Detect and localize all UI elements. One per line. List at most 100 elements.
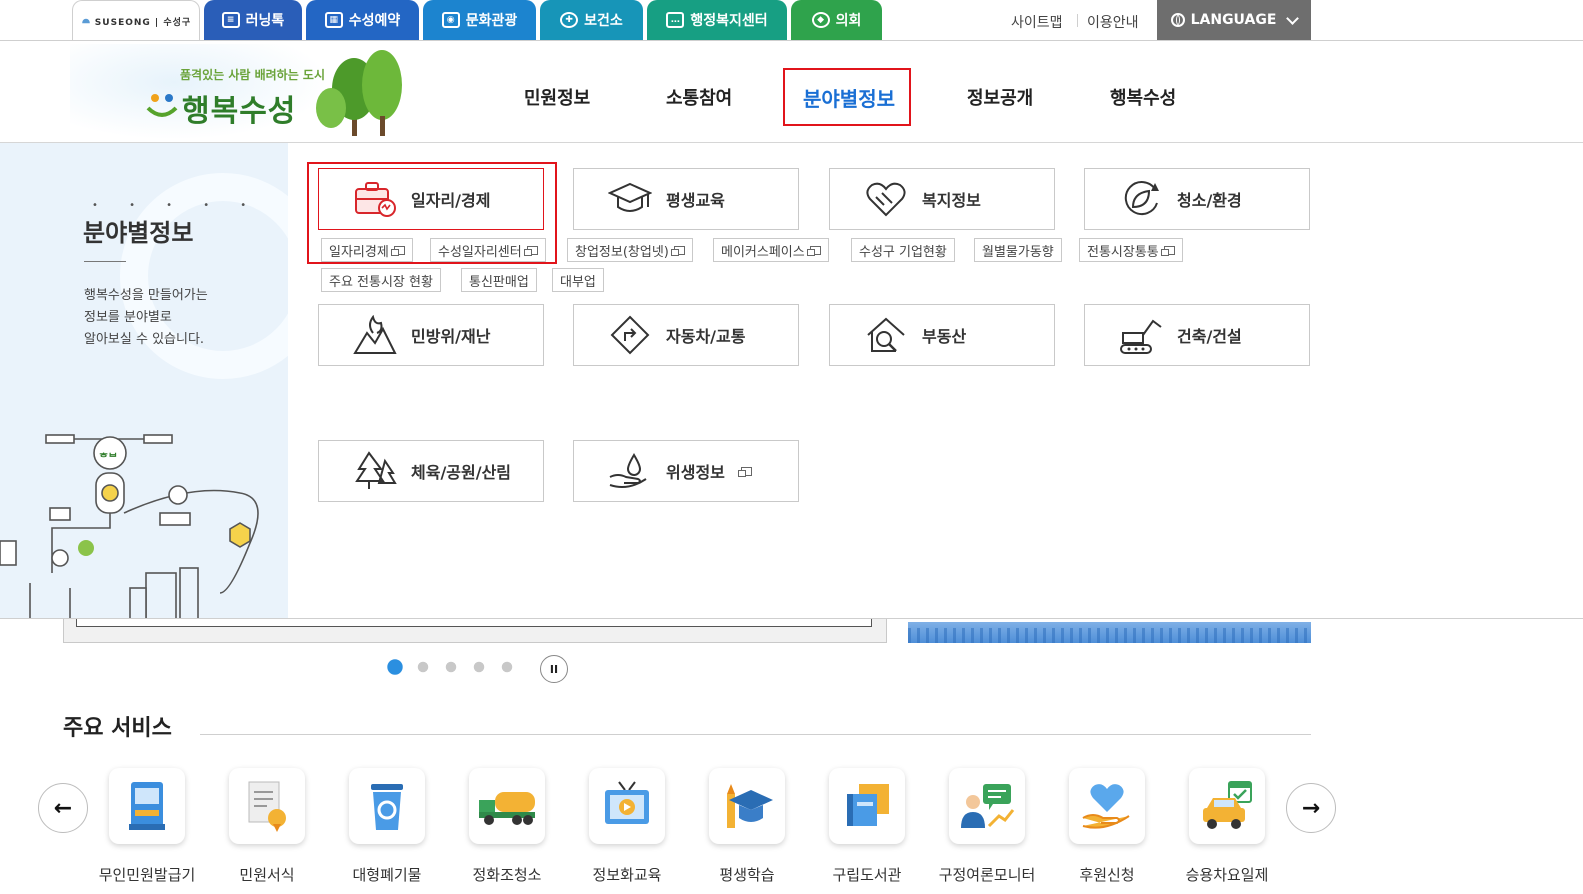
sublink-suseong-job-center[interactable]: 수성일자리센터 (430, 238, 546, 262)
sublink-label: 전통시장통통 (1087, 244, 1159, 260)
service-public-library[interactable]: 구립도서관 (807, 768, 927, 885)
service-label: 평생학습 (719, 866, 775, 884)
tab-label: 행정복지센터 (690, 13, 768, 29)
new-window-icon (390, 245, 405, 256)
logo-mark-icon (82, 18, 90, 24)
suseong-logo-tab[interactable]: SUSEONG | 수성구 (72, 0, 200, 41)
logo-text: SUSEONG | 수성구 (94, 17, 192, 28)
sublink-jobs-economy[interactable]: 일자리경제 (321, 238, 413, 262)
tab-reservation[interactable]: ▦ 수성예약 (306, 0, 419, 40)
service-kiosk[interactable]: 무인민원발급기 (87, 768, 207, 885)
clipboard-icon: ≡ (221, 12, 240, 28)
description-line: 행복수성을 만들어가는 (84, 288, 208, 303)
tab-learningtalk[interactable]: ≡ 러닝톡 (204, 0, 302, 40)
svg-text:ᄒᄇ: ᄒᄇ (99, 452, 117, 464)
category-sports-parks-forest[interactable]: 체육/공원/산림 (318, 440, 544, 502)
guide-link[interactable]: 이용안내 (1087, 12, 1139, 32)
service-icon-box (1189, 768, 1265, 844)
description-line: 정보를 분야별로 (84, 310, 172, 325)
smart-city-illustration: ᄒᄇ (0, 434, 259, 619)
service-label: 대형폐기물 (352, 866, 422, 884)
sublink-traditional-market[interactable]: 전통시장통통 (1079, 238, 1183, 262)
books-icon (847, 784, 889, 826)
sublink-makerspace[interactable]: 메이커스페이스 (713, 238, 829, 262)
slider-dot[interactable] (473, 661, 485, 673)
category-welfare[interactable]: 복지정보 (829, 168, 1055, 230)
sublink-market-status[interactable]: 주요 전통시장 현황 (321, 268, 441, 292)
tab-health-center[interactable]: ✚ 보건소 (540, 0, 643, 40)
service-label: 정화조청소 (472, 866, 542, 884)
service-bulky-waste[interactable]: 대형폐기물 (327, 768, 447, 885)
service-label: 승용차요일제 (1185, 866, 1269, 884)
divider (0, 40, 1583, 41)
house-search-icon (867, 317, 905, 352)
service-civil-forms[interactable]: 민원서식 (207, 768, 327, 885)
gnb-happy-suseong[interactable]: 행복수성 (1110, 84, 1176, 110)
slider-dot[interactable] (417, 661, 429, 673)
tab-label: 의회 (835, 13, 862, 29)
service-icon-box (1069, 768, 1145, 844)
category-label: 민방위/재난 (411, 327, 491, 346)
slider-dot[interactable] (501, 661, 513, 673)
brand-logo[interactable]: 품격있는 사람 배려하는 도시 행복수성 (70, 44, 410, 142)
tab-council[interactable]: ◆ 의회 (791, 0, 882, 40)
service-opinion-monitor[interactable]: 구정여론모니터 (927, 768, 1047, 885)
leaf-cycle-icon (1124, 181, 1159, 216)
sublink-monthly-prices[interactable]: 월별물가동향 (974, 238, 1062, 262)
gnb-participation[interactable]: 소통참여 (666, 84, 732, 110)
arrow-left-icon: ← (53, 795, 73, 821)
sublink-company-status[interactable]: 수성구 기업현황 (851, 238, 955, 262)
slider-dot[interactable] (445, 661, 457, 673)
service-car-weekday[interactable]: 승용차요일제 (1167, 768, 1287, 885)
highlight-box (783, 68, 911, 126)
heart-hands-icon (866, 182, 906, 217)
chat-icon: … (666, 12, 685, 28)
medical-cross-icon: ✚ (560, 12, 579, 28)
brand-name: 행복수성 (182, 94, 297, 129)
category-lifelong-education[interactable]: 평생교육 (573, 168, 799, 230)
service-lifelong-learning[interactable]: 평생학습 (687, 768, 807, 885)
speech-person-icon (961, 784, 1015, 828)
water-hand-icon (609, 453, 647, 488)
category-civil-defense[interactable]: 민방위/재난 (318, 304, 544, 366)
new-window-icon (523, 245, 538, 256)
top-bar: SUSEONG | 수성구 ≡ 러닝톡 ▦ 수성예약 ◉ 문화관광 ✚ 보건소 … (0, 0, 1583, 41)
services-next-button[interactable]: → (1286, 783, 1336, 833)
service-label: 구정여론모니터 (938, 866, 1036, 884)
new-window-icon (806, 245, 821, 256)
service-label: 구립도서관 (832, 866, 902, 884)
category-label: 평생교육 (666, 191, 725, 210)
pause-icon: II (549, 662, 559, 676)
tab-culture-tour[interactable]: ◉ 문화관광 (423, 0, 536, 40)
service-icon-box (589, 768, 665, 844)
description-line: 알아보실 수 있습니다. (84, 332, 205, 347)
service-sponsorship[interactable]: 후원신청 (1047, 768, 1167, 885)
category-cleaning-environment[interactable]: 청소/환경 (1084, 168, 1310, 230)
sublink-loan-business[interactable]: 대부업 (552, 268, 604, 292)
tank-truck-icon (479, 792, 535, 825)
monitor-play-icon (605, 781, 649, 824)
service-label: 무인민원발급기 (98, 866, 196, 884)
category-car-traffic[interactable]: 자동차/교통 (573, 304, 799, 366)
sitemap-link[interactable]: 사이트맵 (1011, 12, 1063, 32)
slider-dot[interactable] (387, 659, 403, 675)
tab-welfare-center[interactable]: … 행정복지센터 (647, 0, 787, 40)
gnb-civil-info[interactable]: 민원정보 (524, 84, 590, 110)
service-septic-cleaning[interactable]: 정화조청소 (447, 768, 567, 885)
heart-hand-icon (1082, 784, 1130, 829)
sublink-mail-order[interactable]: 통신판매업 (461, 268, 537, 292)
language-dropdown[interactable]: LANGUAGE (1157, 0, 1311, 40)
category-real-estate[interactable]: 부동산 (829, 304, 1055, 366)
gnb-info-disclosure[interactable]: 정보공개 (967, 84, 1033, 110)
category-architecture[interactable]: 건축/건설 (1084, 304, 1310, 366)
excavator-icon (1120, 319, 1162, 354)
sublink-startup-info[interactable]: 창업정보(창업넷) (567, 238, 693, 262)
pause-button[interactable]: II (540, 655, 568, 683)
mega-menu-side-panel: • • • • • 분야별정보 행복수성을 만들어가는 정보를 분야별로 알아보… (0, 143, 288, 619)
category-hygiene[interactable]: 위생정보 (573, 440, 799, 502)
service-it-education[interactable]: 정보화교육 (567, 768, 687, 885)
sublink-label: 메이커스페이스 (721, 244, 805, 260)
sublink-label: 주요 전통시장 현황 (329, 274, 433, 290)
service-icon-box (829, 768, 905, 844)
services-prev-button[interactable]: ← (38, 783, 88, 833)
